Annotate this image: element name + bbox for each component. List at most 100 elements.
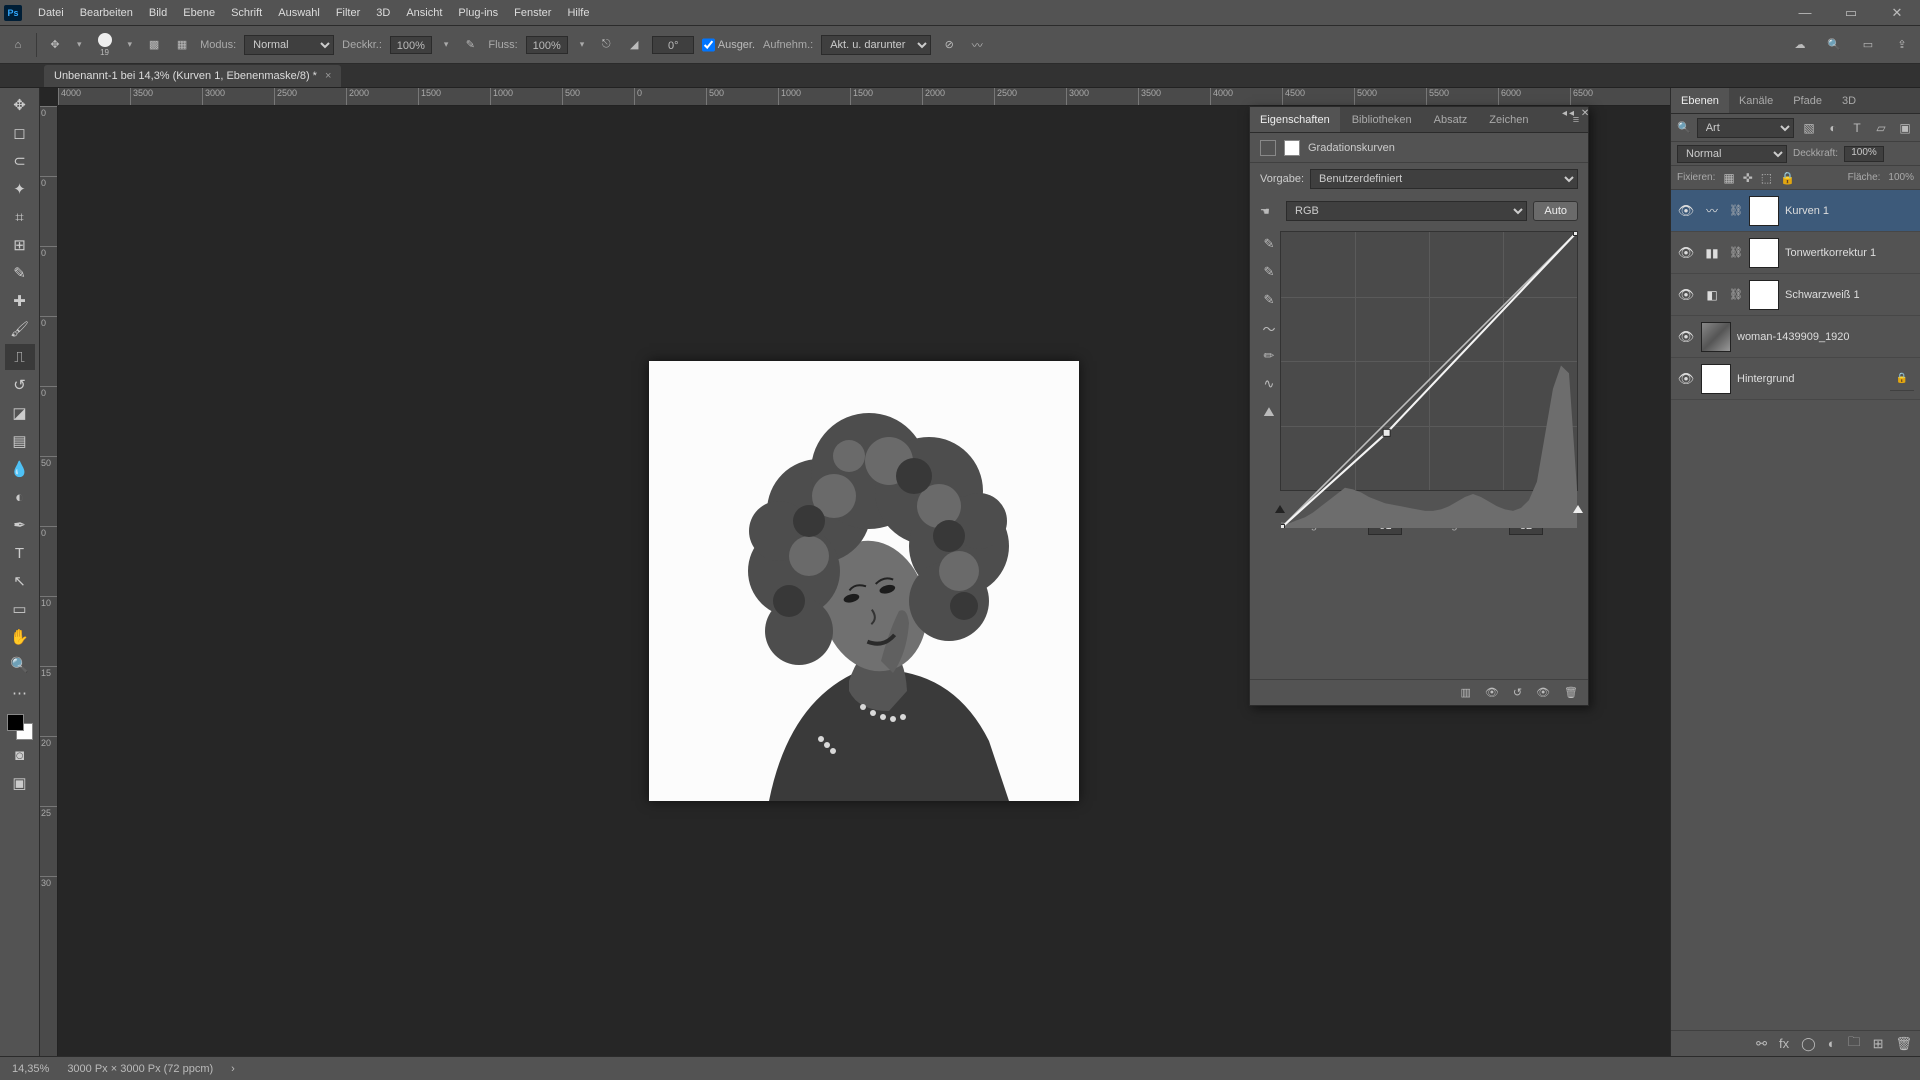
- maximize-button[interactable]: ▭: [1828, 0, 1874, 26]
- pressure-size-icon[interactable]: 〰: [967, 35, 987, 55]
- layer-thumb[interactable]: [1701, 322, 1731, 352]
- angle-icon[interactable]: ◢: [624, 35, 644, 55]
- quickmask-icon[interactable]: ◙: [5, 742, 35, 768]
- targeted-adjust-icon[interactable]: ☚: [1260, 205, 1280, 218]
- filter-shape-icon[interactable]: ▱: [1872, 119, 1890, 137]
- brush-panel2-icon[interactable]: ▦: [172, 35, 192, 55]
- menu-3d[interactable]: 3D: [368, 0, 398, 25]
- draw-curve-icon[interactable]: ✏: [1260, 347, 1278, 365]
- layer-row[interactable]: 👁Hintergrund🔒: [1671, 358, 1920, 400]
- channel-select[interactable]: RGB: [1286, 201, 1527, 221]
- layer-opacity-value[interactable]: 100%: [1844, 146, 1884, 162]
- history-brush-tool[interactable]: ↺: [5, 372, 35, 398]
- collapse-panel-icon[interactable]: ◂◂ ✕: [1562, 108, 1591, 119]
- blend-mode-select[interactable]: Normal: [244, 35, 334, 55]
- pressure-opacity-icon[interactable]: ✎: [460, 35, 480, 55]
- clone-stamp-tool[interactable]: ⎍: [5, 344, 35, 370]
- layer-row[interactable]: 👁◧⛓Schwarzweiß 1: [1671, 274, 1920, 316]
- eraser-tool[interactable]: ◪: [5, 400, 35, 426]
- reset-icon[interactable]: ↺: [1513, 686, 1522, 699]
- adjustment-icon[interactable]: ◐: [1828, 1036, 1836, 1051]
- close-button[interactable]: ✕: [1874, 0, 1920, 26]
- edit-points-icon[interactable]: 〜: [1260, 319, 1278, 337]
- brush-tool[interactable]: 🖌: [5, 316, 35, 342]
- opacity-value[interactable]: 100%: [390, 36, 432, 54]
- properties-panel[interactable]: Eigenschaften Bibliotheken Absatz Zeiche…: [1249, 106, 1589, 706]
- filter-pixel-icon[interactable]: ▧: [1800, 119, 1818, 137]
- flow-value[interactable]: 100%: [526, 36, 568, 54]
- layer-name[interactable]: woman-1439909_1920: [1737, 331, 1914, 343]
- minimize-button[interactable]: —: [1782, 0, 1828, 26]
- screenmode-icon[interactable]: ▣: [5, 770, 35, 796]
- layer-thumb[interactable]: [1701, 364, 1731, 394]
- clip-icon[interactable]: ▥: [1460, 686, 1470, 699]
- menu-fenster[interactable]: Fenster: [506, 0, 559, 25]
- marquee-tool[interactable]: ◻: [5, 120, 35, 146]
- blend-mode-select[interactable]: Normal: [1677, 145, 1787, 163]
- share-icon[interactable]: ⇪: [1892, 35, 1912, 55]
- histogram-toggle-icon[interactable]: ⛰: [1260, 403, 1278, 421]
- move-tool[interactable]: ✥: [5, 92, 35, 118]
- previous-state-icon[interactable]: 👁: [1485, 686, 1499, 699]
- visibility-icon[interactable]: 👁: [1677, 371, 1695, 387]
- search-icon[interactable]: 🔍: [1824, 35, 1844, 55]
- preset-select[interactable]: Benutzerdefiniert: [1310, 169, 1578, 189]
- tab-paths[interactable]: Pfade: [1783, 88, 1832, 113]
- delete-adjustment-icon[interactable]: 🗑: [1564, 686, 1578, 699]
- group-icon[interactable]: 🗀: [1848, 1033, 1861, 1055]
- menu-ebene[interactable]: Ebene: [175, 0, 223, 25]
- menu-hilfe[interactable]: Hilfe: [559, 0, 597, 25]
- menu-auswahl[interactable]: Auswahl: [270, 0, 328, 25]
- lasso-tool[interactable]: ⊂: [5, 148, 35, 174]
- filter-adj-icon[interactable]: ◐: [1824, 119, 1842, 137]
- angle-value[interactable]: 0°: [652, 36, 694, 54]
- link-layers-icon[interactable]: ⚯: [1756, 1036, 1767, 1052]
- layer-name[interactable]: Schwarzweiß 1: [1785, 289, 1914, 301]
- eyedropper-tool[interactable]: ✎: [5, 260, 35, 286]
- new-layer-icon[interactable]: ⊞: [1873, 1036, 1884, 1052]
- layer-name[interactable]: Kurven 1: [1785, 205, 1914, 217]
- shape-tool[interactable]: ▭: [5, 596, 35, 622]
- color-swatches[interactable]: [7, 714, 33, 740]
- document-tab[interactable]: Unbenannt-1 bei 14,3% (Kurven 1, Ebenenm…: [44, 65, 341, 87]
- layer-row[interactable]: 👁▮▮⛓Tonwertkorrektur 1: [1671, 232, 1920, 274]
- path-select-tool[interactable]: ↖: [5, 568, 35, 594]
- pen-tool[interactable]: ✒: [5, 512, 35, 538]
- crop-tool[interactable]: ⌗: [5, 204, 35, 230]
- type-tool[interactable]: T: [5, 540, 35, 566]
- mask-thumb[interactable]: [1749, 238, 1779, 268]
- smooth-icon[interactable]: ∿: [1260, 375, 1278, 393]
- dodge-tool[interactable]: ◐: [5, 484, 35, 510]
- layer-filter-kind[interactable]: Art: [1697, 118, 1794, 138]
- tool-preset-dropdown[interactable]: ▾: [73, 39, 86, 50]
- sample-select[interactable]: Akt. u. darunter: [821, 35, 931, 55]
- visibility-icon[interactable]: 👁: [1677, 245, 1695, 261]
- gray-eyedropper-icon[interactable]: ✎: [1260, 263, 1278, 281]
- blur-tool[interactable]: 💧: [5, 456, 35, 482]
- status-more-icon[interactable]: ›: [231, 1063, 235, 1075]
- mask-icon[interactable]: ◯: [1801, 1036, 1816, 1052]
- frame-tool[interactable]: ⊞: [5, 232, 35, 258]
- lock-position-icon[interactable]: ✜: [1743, 171, 1753, 185]
- hand-tool[interactable]: ✋: [5, 624, 35, 650]
- tab-paragraph[interactable]: Absatz: [1424, 107, 1478, 132]
- ignore-adj-icon[interactable]: ⊘: [939, 35, 959, 55]
- fill-value[interactable]: 100%: [1888, 172, 1914, 183]
- menu-bearbeiten[interactable]: Bearbeiten: [72, 0, 141, 25]
- curve-sliders[interactable]: [1280, 499, 1578, 513]
- zoom-level[interactable]: 14,35%: [12, 1063, 49, 1075]
- mask-thumb[interactable]: [1749, 196, 1779, 226]
- tab-libraries[interactable]: Bibliotheken: [1342, 107, 1422, 132]
- visibility-icon[interactable]: 👁: [1677, 329, 1695, 345]
- auto-button[interactable]: Auto: [1533, 201, 1578, 221]
- lock-artboard-icon[interactable]: ⬚: [1761, 171, 1772, 185]
- layer-row[interactable]: 👁〰⛓Kurven 1: [1671, 190, 1920, 232]
- layer-name[interactable]: Tonwertkorrektur 1: [1785, 247, 1914, 259]
- menu-bild[interactable]: Bild: [141, 0, 175, 25]
- gradient-tool[interactable]: ▤: [5, 428, 35, 454]
- tab-character[interactable]: Zeichen: [1479, 107, 1538, 132]
- edit-toolbar[interactable]: ⋯: [5, 680, 35, 706]
- airbrush-icon[interactable]: ⎋: [596, 35, 616, 55]
- black-eyedropper-icon[interactable]: ✎: [1260, 235, 1278, 253]
- menu-schrift[interactable]: Schrift: [223, 0, 270, 25]
